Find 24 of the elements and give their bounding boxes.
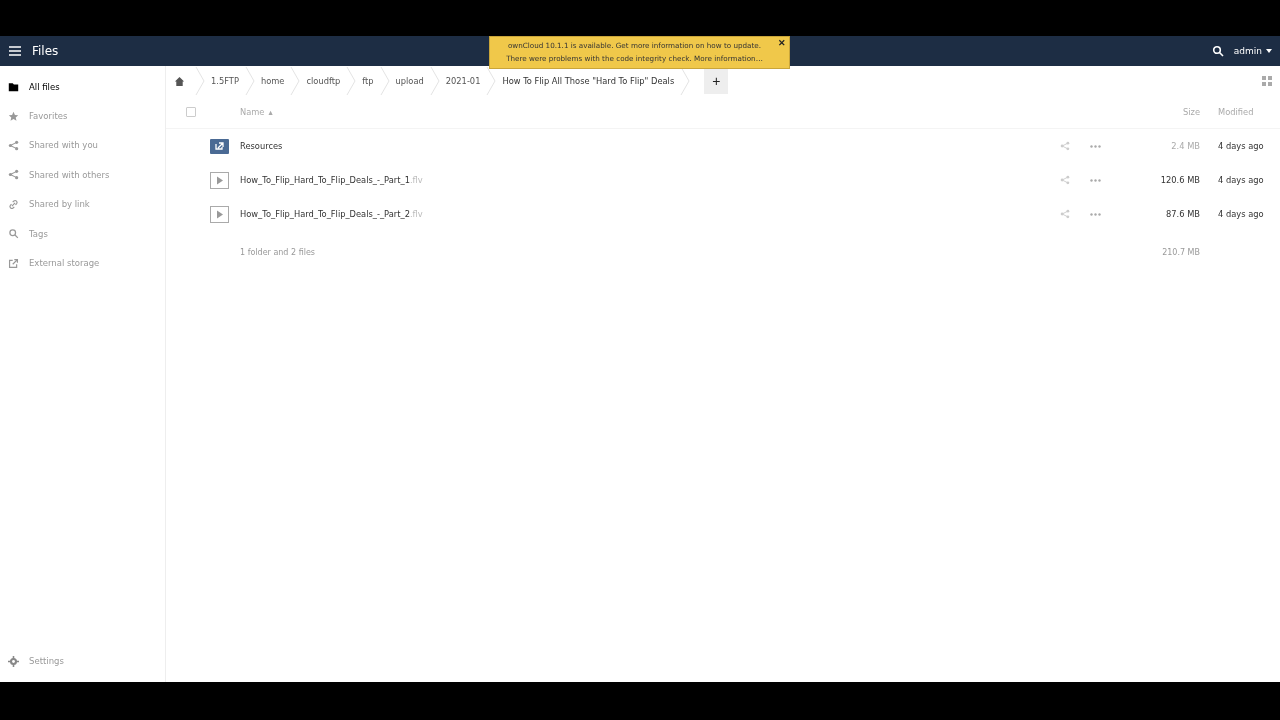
- modified-date: 4 days ago: [1217, 175, 1265, 185]
- modified-date: 4 days ago: [1217, 209, 1265, 219]
- app-title: Files: [32, 44, 59, 58]
- file-summary: 1 folder and 2 files: [240, 247, 316, 257]
- total-size: 210.7 MB: [1161, 247, 1200, 257]
- new-button[interactable]: +: [704, 68, 729, 94]
- file-size: 2.4 MB: [1170, 141, 1200, 151]
- breadcrumb[interactable]: How To Flip All Those "Hard To Flip" Deals: [502, 76, 675, 86]
- sort-arrow: ▴: [268, 107, 273, 117]
- sidebar-item[interactable]: All files: [0, 72, 165, 102]
- close-button[interactable]: ✕: [778, 38, 786, 48]
- breadcrumb[interactable]: home: [260, 76, 285, 86]
- file-name[interactable]: How_To_Flip_Hard_To_Flip_Deals_-_Part_2.flv: [240, 209, 1060, 219]
- user-menu[interactable]: admin: [1233, 46, 1262, 56]
- breadcrumb[interactable]: upload: [395, 76, 424, 86]
- file-size: 120.6 MB: [1159, 175, 1200, 185]
- modified-date: 4 days ago: [1217, 141, 1265, 151]
- breadcrumb[interactable]: 2021-01: [445, 76, 481, 86]
- file-name[interactable]: How_To_Flip_Hard_To_Flip_Deals_-_Part_1.flv: [240, 175, 1060, 185]
- breadcrumb[interactable]: cloudftp: [306, 76, 341, 86]
- file-size: 87.6 MB: [1165, 209, 1200, 219]
- breadcrumb[interactable]: ftp: [362, 76, 374, 86]
- file-name[interactable]: Resources: [240, 141, 1060, 151]
- breadcrumb[interactable]: 1.5FTP: [211, 76, 239, 86]
